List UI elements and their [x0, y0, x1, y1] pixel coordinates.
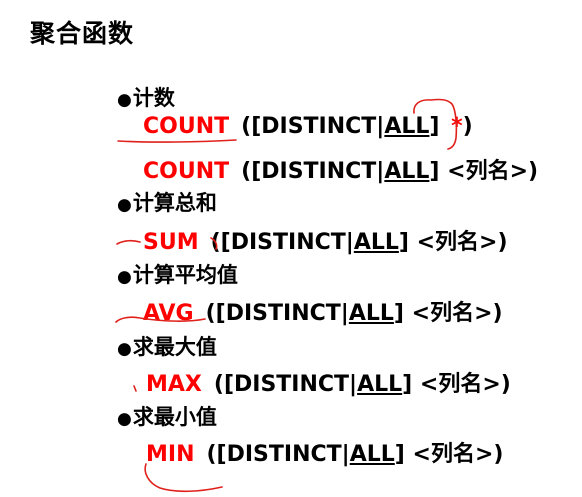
function-name: COUNT	[143, 114, 230, 139]
syntax-open: ([DISTINCT|	[206, 442, 350, 467]
annotation-sum-hook-left	[116, 239, 141, 245]
syntax-all: ALL	[353, 230, 399, 255]
bullet-min: ●求最小值	[117, 401, 217, 431]
bullet-dot: ●	[117, 195, 132, 215]
syntax-all: ALL	[384, 159, 430, 184]
bullet-heading: 计数	[132, 86, 175, 110]
bullet-sum: ●计算总和	[117, 187, 217, 217]
syntax-close-bracket: ]	[394, 442, 405, 467]
bullet-heading: 计算平均值	[132, 263, 238, 287]
bullet-avg: ●计算平均值	[117, 259, 238, 289]
syntax-close-bracket: ]	[429, 159, 440, 184]
syntax-star: *	[451, 114, 463, 139]
syntax-all: ALL	[348, 301, 394, 326]
bullet-max: ●求最大值	[117, 331, 217, 361]
syntax-open: ([DISTINCT|	[241, 114, 385, 139]
syntax-max: MAX ([DISTINCT|ALL] <列名>)	[146, 366, 511, 398]
syntax-close: )	[497, 230, 508, 255]
syntax-open: ([DISTINCT|	[213, 372, 358, 397]
bullet-dot: ●	[117, 267, 132, 287]
syntax-close: )	[493, 442, 504, 467]
syntax-all: ALL	[384, 114, 430, 139]
function-name: COUNT	[143, 159, 230, 184]
syntax-count-column: COUNT ([DISTINCT|ALL] <列名>)	[143, 153, 538, 185]
syntax-close: )	[492, 301, 503, 326]
annotation-min-tail	[144, 463, 223, 493]
syntax-open: ([DISTINCT|	[241, 159, 385, 184]
function-name: SUM	[143, 230, 199, 255]
syntax-min: MIN ([DISTINCT|ALL] <列名>)	[146, 436, 503, 468]
bullet-dot: ●	[117, 409, 132, 429]
syntax-all: ALL	[349, 442, 395, 467]
syntax-close: )	[462, 114, 473, 139]
bullet-heading: 求最小值	[132, 405, 217, 429]
bullet-dot: ●	[117, 339, 132, 359]
syntax-close: )	[528, 159, 539, 184]
syntax-argument: <列名>	[411, 301, 493, 326]
bullet-heading: 求最大值	[132, 335, 217, 359]
syntax-close: )	[500, 372, 511, 397]
slide-title: 聚合函数	[30, 19, 135, 48]
syntax-open: ([DISTINCT|	[205, 301, 349, 326]
slide: 聚合函数 ●计数 COUNT ([DISTINCT|ALL] *) COUNT([…	[0, 0, 582, 497]
syntax-close-bracket: ]	[393, 301, 404, 326]
annotation-max-tick	[133, 385, 137, 392]
syntax-all: ALL	[357, 372, 403, 397]
syntax-argument: <列名>	[419, 372, 501, 397]
bullet-heading: 计算总和	[132, 191, 217, 215]
syntax-avg: AVG ([DISTINCT|ALL] <列名>)	[143, 295, 503, 327]
syntax-close-bracket: ]	[402, 372, 413, 397]
syntax-argument: <列名>	[447, 159, 529, 184]
function-name: MIN	[146, 442, 195, 467]
syntax-count-star: COUNT ([DISTINCT|ALL] *)	[143, 114, 473, 139]
syntax-close-bracket: ]	[398, 230, 409, 255]
bullet-dot: ●	[117, 90, 132, 110]
syntax-argument: <列名>	[416, 230, 498, 255]
annotation-underline-count	[117, 139, 237, 143]
bullet-count: ●计数	[117, 82, 175, 112]
syntax-close-bracket: ]	[429, 114, 440, 139]
function-name: MAX	[146, 372, 202, 397]
function-name: AVG	[143, 301, 194, 326]
syntax-argument: <列名>	[412, 442, 494, 467]
syntax-sum: SUM ([DISTINCT|ALL] <列名>)	[143, 224, 508, 256]
syntax-open: ([DISTINCT|	[210, 230, 354, 255]
